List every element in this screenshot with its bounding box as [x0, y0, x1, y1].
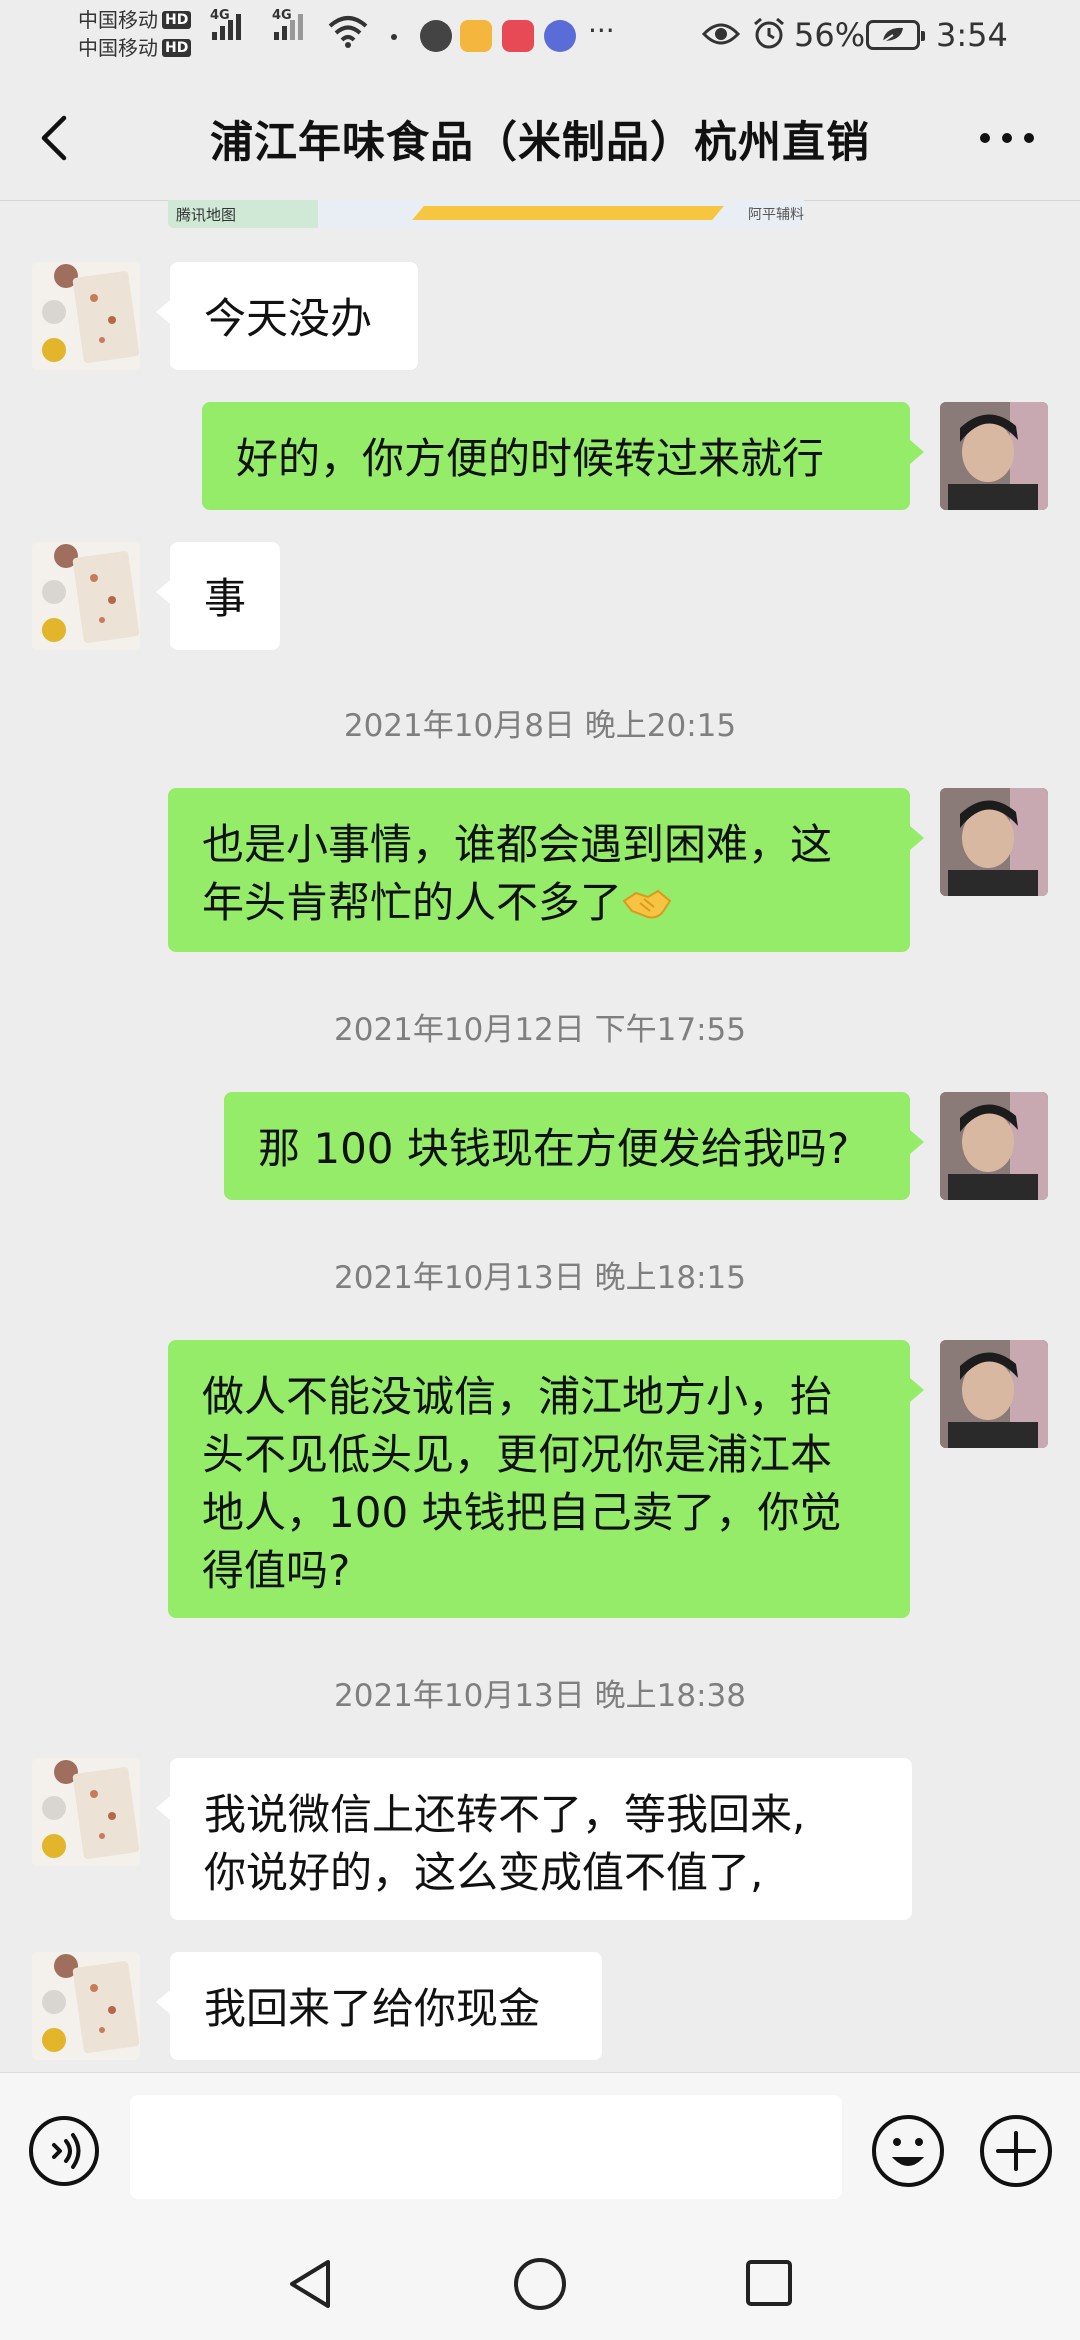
message-text: 我回来了给你现金 — [204, 1984, 541, 2033]
clock: 3:54 — [936, 16, 1008, 54]
more-options-icon[interactable] — [972, 110, 1042, 166]
incoming-message[interactable]: 我说微信上还转不了，等我回来, 你说好的，这么变成值不值了, — [156, 1758, 912, 1920]
message-text: 头不见低头见，更何况你是浦江本 — [202, 1430, 833, 1479]
app-icon — [420, 20, 452, 52]
contact-avatar[interactable] — [32, 262, 140, 370]
message-text: 得值吗? — [202, 1546, 351, 1595]
carrier-info: 中国移动 HD 中国移动 HD — [78, 6, 192, 62]
add-attachment-icon[interactable] — [978, 2113, 1054, 2189]
battery-icon — [866, 20, 925, 50]
outgoing-message[interactable]: 也是小事情，谁都会遇到困难，这 年头肯帮忙的人不多了 — [168, 788, 924, 952]
map-place-label: 阿平辅料 — [748, 207, 804, 223]
incoming-message[interactable]: 事 — [156, 542, 280, 650]
emoji-icon[interactable] — [870, 2113, 946, 2189]
message-text: 我说微信上还转不了，等我回来, — [204, 1790, 806, 1839]
contact-avatar[interactable] — [32, 1952, 140, 2060]
chat-input-bar — [0, 2072, 1080, 2221]
message-text: 做人不能没诚信，浦江地方小，抬 — [202, 1372, 833, 1421]
map-provider-label: 腾讯地图 — [176, 206, 237, 224]
back-arrow-icon[interactable] — [30, 110, 82, 166]
message-timestamp: 2021年10月13日 晚上18:15 — [334, 1260, 746, 1296]
message-input[interactable] — [130, 2095, 842, 2199]
my-avatar[interactable] — [940, 402, 1048, 510]
network-type: 4G — [272, 8, 292, 23]
incoming-message[interactable]: 我回来了给你现金 — [156, 1952, 602, 2060]
location-map-preview[interactable]: 腾讯地图 阿平辅料 — [168, 200, 804, 228]
carrier-2: 中国移动 — [78, 36, 158, 60]
system-nav-bar — [0, 2220, 1080, 2340]
carrier-1: 中国移动 — [78, 8, 158, 32]
more-notifications-icon: ··· — [588, 14, 615, 47]
my-avatar[interactable] — [940, 1092, 1048, 1200]
hd-badge: HD — [162, 39, 192, 57]
signal-icon: 4G — [272, 8, 303, 40]
message-text: 事 — [204, 574, 247, 623]
status-bar: 中国移动 HD 中国移动 HD 4G 4G ··· 56% 3:54 — [0, 0, 1080, 76]
my-avatar[interactable] — [940, 788, 1048, 896]
message-timestamp: 2021年10月13日 晚上18:38 — [334, 1678, 746, 1714]
network-type: 4G — [210, 8, 230, 23]
voice-input-icon[interactable] — [28, 2115, 100, 2187]
alarm-icon — [754, 17, 784, 49]
app-icon — [544, 20, 576, 52]
message-text: 年头肯帮忙的人不多了 — [202, 878, 623, 927]
contact-avatar[interactable] — [32, 542, 140, 650]
nav-back-icon[interactable] — [284, 2256, 336, 2312]
separator-dot — [391, 34, 397, 40]
app-icon — [502, 20, 534, 52]
eye-icon — [702, 23, 740, 45]
message-text: 地人，100 块钱把自己卖了，你觉 — [202, 1488, 842, 1537]
message-text: 也是小事情，谁都会遇到困难，这 — [202, 820, 833, 869]
outgoing-message[interactable]: 那 100 块钱现在方便发给我吗? — [224, 1092, 924, 1200]
nav-recent-apps-icon[interactable] — [744, 2258, 794, 2308]
wifi-icon — [328, 16, 368, 48]
hd-badge: HD — [162, 11, 192, 29]
nav-home-icon[interactable] — [512, 2256, 568, 2312]
outgoing-message[interactable]: 好的，你方便的时候转过来就行 — [202, 402, 924, 510]
app-icon — [460, 20, 492, 52]
incoming-message[interactable]: 今天没办 — [156, 262, 418, 370]
handshake-emoji-icon — [622, 889, 672, 919]
message-text: 好的，你方便的时候转过来就行 — [236, 434, 825, 483]
contact-avatar[interactable] — [32, 1758, 140, 1866]
chat-header: 浦江年味食品（米制品）杭州直销 — [0, 76, 1080, 200]
message-text: 那 100 块钱现在方便发给我吗? — [258, 1124, 850, 1173]
message-timestamp: 2021年10月12日 下午17:55 — [334, 1012, 746, 1048]
battery-percent: 56% — [794, 16, 866, 54]
message-text: 今天没办 — [204, 294, 373, 343]
chat-title: 浦江年味食品（米制品）杭州直销 — [210, 118, 870, 168]
message-timestamp: 2021年10月8日 晚上20:15 — [343, 708, 737, 744]
my-avatar[interactable] — [940, 1340, 1048, 1448]
signal-icon: 4G — [210, 8, 241, 40]
outgoing-message[interactable]: 做人不能没诚信，浦江地方小，抬 头不见低头见，更何况你是浦江本 地人，100 块… — [168, 1340, 924, 1618]
message-text: 你说好的，这么变成值不值了, — [204, 1848, 764, 1897]
